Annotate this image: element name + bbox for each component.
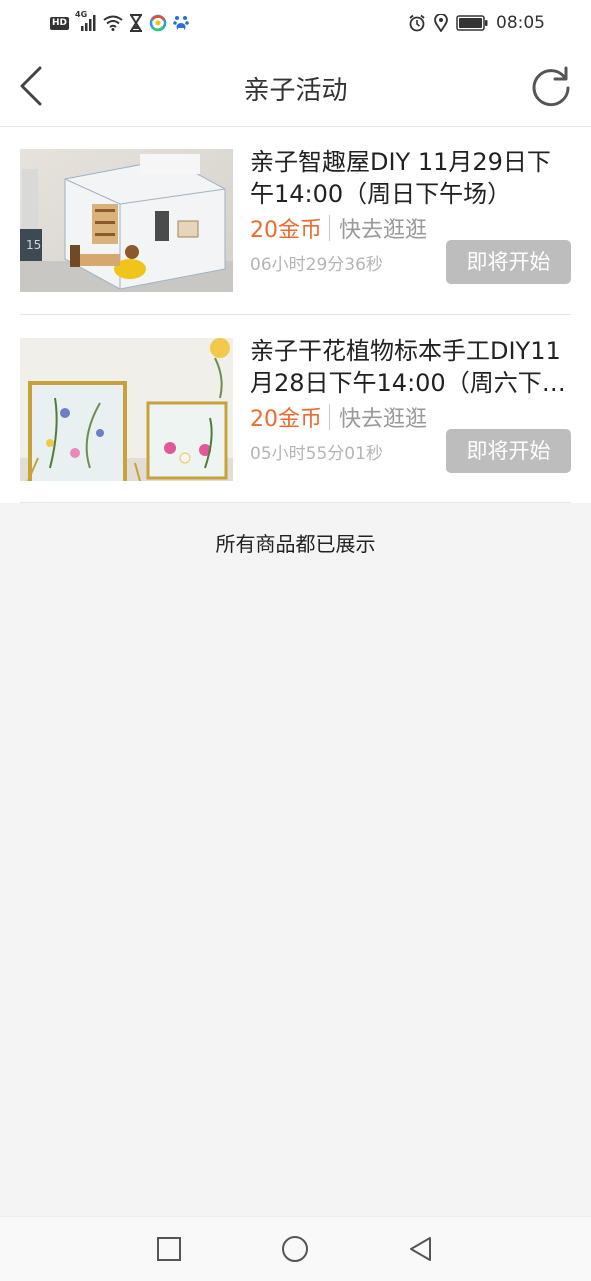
coming-soon-button[interactable]: 即将开始 <box>446 240 571 284</box>
system-back-button[interactable] <box>406 1234 436 1264</box>
hd-icon: HD <box>50 16 70 30</box>
system-navigation-bar <box>0 1216 591 1281</box>
price-label: 20金币 <box>250 407 322 432</box>
page-title: 亲子活动 <box>243 76 348 106</box>
browser-icon <box>149 14 167 32</box>
countdown-timer: 05小时55分01秒 <box>250 444 383 464</box>
refresh-button[interactable] <box>529 64 573 108</box>
content-area: HD 4G 08:05 亲子活动 15 亲子智趣屋DIY 11月29日下午14:… <box>0 0 591 503</box>
price-divider <box>329 215 330 241</box>
battery-icon <box>456 15 488 31</box>
home-circle-icon <box>282 1236 308 1262</box>
price-label: 20金币 <box>250 218 322 243</box>
home-button[interactable] <box>280 1234 310 1264</box>
back-triangle-icon <box>410 1237 431 1261</box>
status-bar-right: 08:05 <box>408 12 545 34</box>
wifi-icon <box>103 15 123 31</box>
status-time: 08:05 <box>496 13 545 33</box>
price-divider <box>329 404 330 430</box>
location-icon <box>434 14 448 32</box>
list-item[interactable]: 15 亲子智趣屋DIY 11月29日下午14:00（周日下午场） 20金币 快去… <box>20 126 571 314</box>
status-bar-left: HD 4G <box>50 10 189 34</box>
coming-soon-button[interactable]: 即将开始 <box>446 429 571 473</box>
svg-text:15: 15 <box>26 238 41 252</box>
status-bar: HD 4G 08:05 <box>0 0 591 46</box>
price-line: 20金币 快去逛逛 <box>250 212 427 244</box>
paw-icon <box>173 16 189 31</box>
signal-icon: 4G <box>75 10 97 32</box>
navigation-bar: 亲子活动 <box>0 46 591 127</box>
price-line: 20金币 快去逛逛 <box>250 401 427 433</box>
refresh-icon <box>532 66 570 107</box>
end-of-list-text: 所有商品都已展示 <box>215 532 376 556</box>
list-item[interactable]: 亲子干花植物标本手工DIY11月28日下午14:00（周六下午场） 20金币 快… <box>20 315 571 503</box>
alarm-icon <box>409 14 425 32</box>
dollhouse-thumbnail[interactable]: 15 <box>20 149 233 292</box>
pressed-flower-thumbnail[interactable] <box>20 338 233 481</box>
item-title[interactable]: 亲子智趣屋DIY 11月29日下午14:00（周日下午场） <box>250 146 570 210</box>
browse-link[interactable]: 快去逛逛 <box>339 212 427 244</box>
hourglass-icon <box>130 14 143 32</box>
countdown-timer: 06小时29分36秒 <box>250 255 383 275</box>
recents-square-icon <box>157 1237 181 1261</box>
item-title[interactable]: 亲子干花植物标本手工DIY11月28日下午14:00（周六下午场） <box>250 335 570 399</box>
browse-link[interactable]: 快去逛逛 <box>339 401 427 433</box>
item-divider <box>20 502 571 503</box>
recents-button[interactable] <box>154 1234 184 1264</box>
